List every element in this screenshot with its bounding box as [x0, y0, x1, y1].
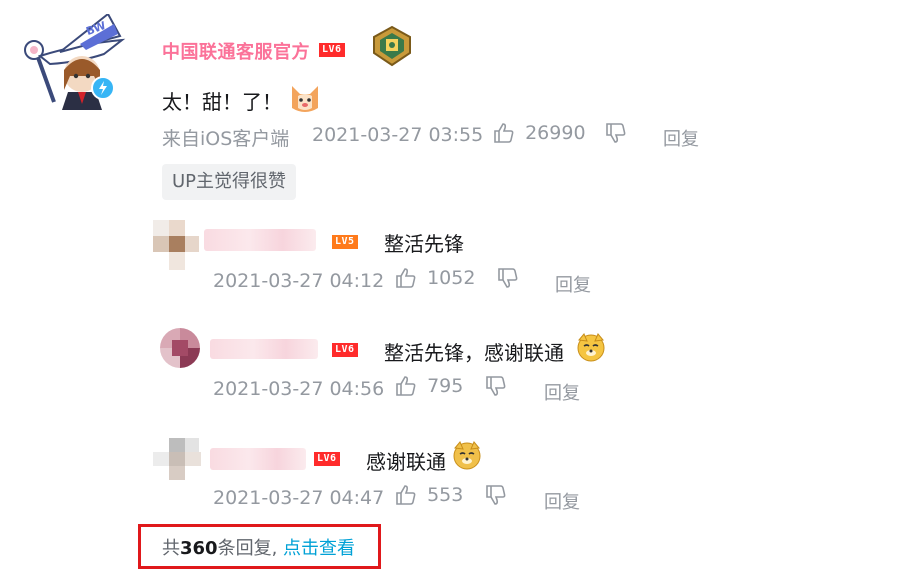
- reply-like-button[interactable]: 553: [394, 483, 463, 507]
- reply-like-button[interactable]: 1052: [394, 266, 475, 290]
- view-more-replies: 共360条回复, 点击查看: [162, 534, 355, 560]
- reply-like-button[interactable]: 795: [394, 374, 463, 398]
- reply-dislike-button[interactable]: [484, 374, 508, 402]
- reply-count-prefix: 共: [162, 538, 180, 559]
- thumbs-down-icon: [486, 376, 506, 396]
- reply-button[interactable]: 回复: [663, 125, 699, 151]
- avatar[interactable]: BW: [20, 12, 138, 110]
- dog-emoji-icon: [452, 440, 482, 470]
- dog-emoji-icon: [576, 332, 606, 362]
- reply-like-count: 1052: [427, 267, 476, 289]
- reply-like-count: 795: [427, 375, 464, 397]
- like-count: 26990: [525, 122, 586, 144]
- reply-text: 感谢联通: [366, 450, 446, 474]
- comment-text: 太！甜！了！: [162, 86, 282, 115]
- user-level-badge: LV6: [319, 43, 345, 57]
- thumbs-down-icon: [498, 268, 518, 288]
- reply-like-count: 553: [427, 484, 464, 506]
- thumbs-down-icon: [606, 123, 626, 143]
- reply-dislike-button[interactable]: [484, 483, 508, 511]
- verified-badge-icon: [91, 76, 115, 100]
- reply-timestamp: 2021-03-27 04:12: [213, 270, 385, 292]
- reply-avatar[interactable]: [153, 438, 205, 480]
- like-button[interactable]: 26990: [492, 121, 586, 149]
- comment-source: 来自iOS客户端: [162, 128, 290, 150]
- reply-reply-button[interactable]: 回复: [555, 271, 591, 297]
- thumbs-up-icon: [396, 376, 416, 396]
- reply-timestamp: 2021-03-27 04:56: [213, 378, 385, 400]
- comment-timestamp: 2021-03-27 03:55: [312, 124, 484, 146]
- avatar-image: [24, 12, 126, 110]
- reply-text: 整活先锋，感谢联通: [384, 341, 564, 365]
- cat-emoji-icon: [288, 82, 322, 114]
- reply-username-blurred[interactable]: [210, 448, 306, 470]
- reply-avatar[interactable]: [160, 328, 200, 368]
- reply-reply-button[interactable]: 回复: [544, 379, 580, 405]
- reply-username-blurred[interactable]: [210, 339, 318, 359]
- reply-level-badge: LV5: [332, 235, 358, 249]
- comment-text-content: 太！甜！了！: [162, 90, 282, 114]
- reply-avatar[interactable]: [153, 220, 199, 270]
- reply-text: 整活先锋: [384, 232, 464, 256]
- dislike-button[interactable]: [604, 121, 628, 149]
- reply-username-blurred[interactable]: [204, 229, 316, 251]
- view-more-link[interactable]: 点击查看: [283, 538, 355, 559]
- reply-level-badge: LV6: [332, 343, 358, 357]
- thumbs-up-icon: [396, 268, 416, 288]
- thumbs-up-icon: [396, 485, 416, 505]
- thumbs-up-icon: [494, 123, 514, 143]
- reply-count: 360: [180, 538, 218, 559]
- up-liked-tag: UP主觉得很赞: [162, 164, 297, 200]
- reply-level-badge: LV6: [314, 452, 340, 466]
- reply-reply-button[interactable]: 回复: [544, 488, 580, 514]
- reply-dislike-button[interactable]: [496, 266, 520, 294]
- thumbs-down-icon: [486, 485, 506, 505]
- reply-timestamp: 2021-03-27 04:47: [213, 487, 385, 509]
- reply-count-suffix: 条回复,: [217, 538, 278, 559]
- username[interactable]: 中国联通客服官方: [162, 38, 310, 64]
- medal-icon: [370, 25, 414, 67]
